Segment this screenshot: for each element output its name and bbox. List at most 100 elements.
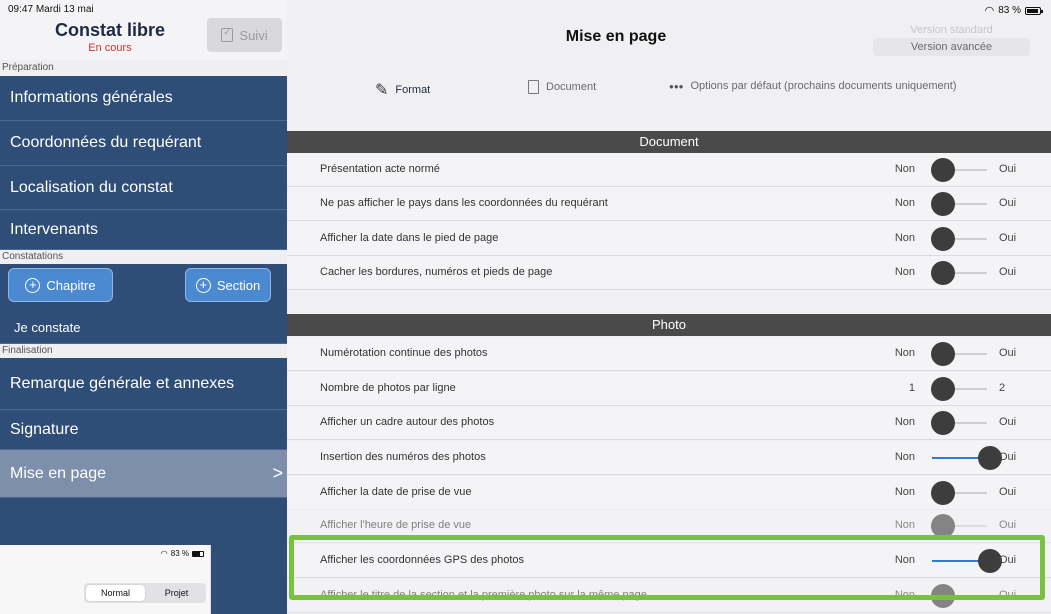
setting-row: Afficher les coordonnées GPS des photos N… bbox=[287, 544, 1051, 578]
section-label-constatations: Constatations bbox=[0, 250, 287, 264]
group-header-document: Document bbox=[287, 131, 1051, 153]
option-right-label: Oui bbox=[999, 416, 1017, 428]
setting-label: Afficher la date dans le pied de page bbox=[320, 232, 499, 244]
sidebar-item-mise-en-page[interactable]: Mise en page > bbox=[0, 450, 287, 498]
setting-label: Afficher un cadre autour des photos bbox=[320, 416, 495, 428]
setting-label: Afficher la date de prise de vue bbox=[320, 486, 472, 498]
plus-circle-icon: + bbox=[195, 277, 211, 293]
setting-row: Afficher le titre de la section et la pr… bbox=[287, 579, 1051, 613]
sidebar-item-label: Localisation du constat bbox=[10, 178, 173, 196]
option-right-label: Oui bbox=[999, 163, 1017, 175]
toggle-slider-knob[interactable] bbox=[931, 377, 955, 401]
option-right-label: Oui bbox=[999, 554, 1017, 566]
sidebar-item-label: Remarque générale et annexes bbox=[10, 374, 235, 392]
sidebar-item-intervenants[interactable]: Intervenants bbox=[0, 210, 287, 250]
add-section-button[interactable]: + Section bbox=[185, 268, 271, 302]
setting-label: Afficher l'heure de prise de vue bbox=[320, 519, 472, 531]
setting-row: Insertion des numéros des photos Non Oui bbox=[287, 441, 1051, 475]
option-right-label: Oui bbox=[999, 589, 1017, 601]
sidebar-item-remarque[interactable]: Remarque générale et annexes bbox=[0, 358, 287, 410]
option-right-label: Oui bbox=[999, 519, 1017, 531]
battery-text: 83 % bbox=[998, 5, 1021, 16]
option-left-label: Non bbox=[894, 232, 915, 244]
sidebar: Constat libre En cours Suivi Préparation… bbox=[0, 0, 287, 614]
suivi-label: Suivi bbox=[239, 27, 268, 43]
option-left-label: Non bbox=[894, 197, 915, 209]
add-chapitre-button[interactable]: + Chapitre bbox=[8, 268, 113, 302]
mode-segmented-control: Normal Projet bbox=[84, 583, 206, 603]
inset-preview: ◠ 83 % Normal Projet bbox=[0, 545, 211, 614]
seg-projet[interactable]: Projet bbox=[147, 583, 206, 603]
group-header-photo: Photo bbox=[287, 314, 1051, 336]
pen-icon: ✎ bbox=[375, 82, 389, 99]
toggle-slider-knob[interactable] bbox=[931, 261, 955, 285]
setting-row: Afficher un cadre autour des photos Non Ou… bbox=[287, 406, 1051, 440]
app-root: Constat libre En cours Suivi Préparation… bbox=[0, 0, 1051, 614]
option-right-label: Oui bbox=[999, 486, 1017, 498]
chevron-right-icon: > bbox=[272, 463, 283, 483]
section-label: Section bbox=[216, 277, 261, 293]
option-left-label: Non bbox=[894, 486, 915, 498]
version-avancee-option[interactable]: Version avancée bbox=[873, 38, 1030, 56]
plus-circle-icon: + bbox=[25, 277, 41, 293]
setting-label: Ne pas afficher le pays dans les coordon… bbox=[320, 197, 608, 209]
setting-label: Nombre de photos par ligne bbox=[320, 382, 456, 394]
battery-icon bbox=[192, 550, 204, 557]
setting-label: Afficher le titre de la section et la pr… bbox=[320, 589, 647, 601]
toggle-slider-knob[interactable] bbox=[931, 192, 955, 216]
option-right-label: Oui bbox=[999, 451, 1017, 463]
clipboard-check-icon bbox=[221, 27, 234, 42]
tab-options[interactable]: ●●● Options par défaut (prochains docume… bbox=[669, 80, 957, 92]
option-left-label: Non bbox=[894, 554, 915, 566]
toggle-slider-knob[interactable] bbox=[931, 411, 955, 435]
sidebar-item-localisation[interactable]: Localisation du constat bbox=[0, 166, 287, 210]
tab-options-label: Options par défaut (prochains documents … bbox=[690, 80, 957, 92]
toggle-slider-knob[interactable] bbox=[931, 584, 955, 608]
option-right-label: 2 bbox=[999, 382, 1006, 394]
status-date: Mardi 13 mai bbox=[35, 4, 94, 15]
option-left-label: Non bbox=[894, 347, 915, 359]
setting-label: Cacher les bordures, numéros et pieds de… bbox=[320, 266, 553, 278]
setting-row: Afficher la date dans le pied de page Non… bbox=[287, 222, 1051, 256]
option-right-label: Oui bbox=[999, 232, 1017, 244]
suivi-button[interactable]: Suivi bbox=[207, 18, 282, 52]
toggle-slider-knob[interactable] bbox=[931, 514, 955, 538]
status-time-date: 09:47 Mardi 13 mai bbox=[8, 4, 94, 15]
status-time: 09:47 bbox=[8, 4, 34, 15]
tab-bar: ✎ Format Document ●●● Options par défaut… bbox=[287, 66, 1051, 110]
setting-label: Insertion des numéros des photos bbox=[320, 451, 486, 463]
tab-format-label: Format bbox=[395, 84, 431, 96]
wifi-icon: ◠ bbox=[160, 549, 168, 558]
version-standard-option[interactable]: Version standard bbox=[873, 24, 1030, 36]
tab-format[interactable]: ✎ Format bbox=[375, 80, 430, 100]
option-right-label: Oui bbox=[999, 197, 1017, 209]
sidebar-item-label: Je constate bbox=[14, 320, 81, 335]
tab-document[interactable]: Document bbox=[528, 80, 596, 94]
section-label-preparation: Préparation bbox=[0, 60, 287, 76]
setting-row: Afficher la date de prise de vue Non Oui bbox=[287, 476, 1051, 510]
sidebar-item-label: Signature bbox=[10, 420, 79, 438]
battery-icon bbox=[1025, 6, 1043, 15]
toggle-slider-knob[interactable] bbox=[931, 481, 955, 505]
seg-normal[interactable]: Normal bbox=[86, 585, 145, 601]
chapitre-label: Chapitre bbox=[46, 277, 96, 293]
app-title: Constat libre bbox=[54, 20, 165, 40]
section-label-finalisation: Finalisation bbox=[0, 344, 287, 358]
toggle-slider-knob[interactable] bbox=[931, 342, 955, 366]
sidebar-item-signature[interactable]: Signature bbox=[0, 410, 287, 450]
document-icon bbox=[528, 80, 539, 94]
status-indicators: ◠ 83 % bbox=[985, 4, 1043, 17]
option-left-label: Non bbox=[894, 589, 915, 601]
setting-row: Afficher l'heure de prise de vue Non Oui bbox=[287, 509, 1051, 543]
sidebar-item-je-constate[interactable]: Je constate bbox=[0, 312, 287, 344]
setting-label: Présentation acte normé bbox=[320, 163, 440, 175]
toggle-slider-knob[interactable] bbox=[931, 227, 955, 251]
setting-row: Numérotation continue des photos Non Oui bbox=[287, 337, 1051, 371]
option-left-label: Non bbox=[894, 519, 915, 531]
sidebar-item-label: Coordonnées du requérant bbox=[10, 134, 202, 151]
option-left-label: Non bbox=[894, 163, 915, 175]
setting-label: Numérotation continue des photos bbox=[320, 347, 488, 359]
sidebar-item-informations[interactable]: Informations générales bbox=[0, 76, 287, 121]
sidebar-item-coordonnees[interactable]: Coordonnées du requérant bbox=[0, 121, 287, 166]
toggle-slider-knob[interactable] bbox=[931, 158, 955, 182]
